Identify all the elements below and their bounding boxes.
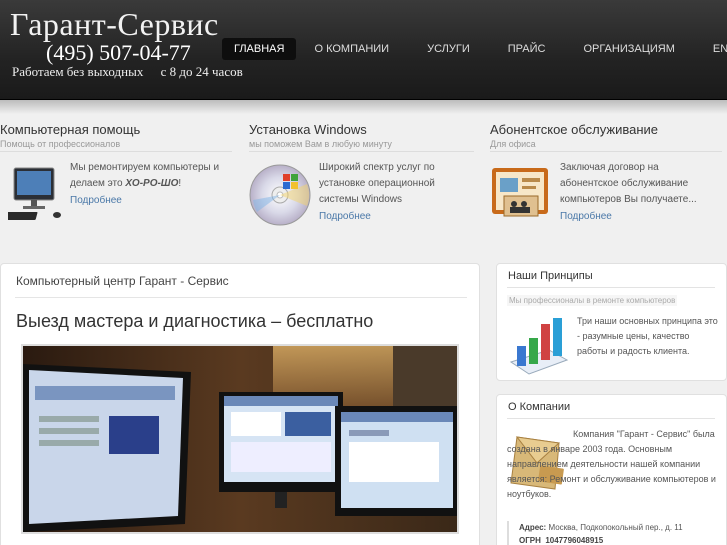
feature-more-link[interactable]: Подробнее: [560, 209, 718, 225]
main-title: Выезд мастера и диагностика – бесплатно: [16, 311, 374, 331]
feature-emphasis: ХО-РО-ШО: [125, 178, 179, 189]
bar-chart-icon: [509, 316, 569, 378]
hours-time: с 8 до 24 часов: [160, 64, 243, 79]
company-box: О Компании Компания "Гарант - Сервис" бы…: [496, 394, 727, 545]
company-address: Адрес: Москва, Подкопокольный пер., д. 1…: [507, 521, 683, 545]
feature-subtitle: Помощь от профессионалов: [0, 139, 232, 152]
windows-disc-icon: [249, 164, 311, 226]
divider: [507, 287, 715, 288]
feature-more-link[interactable]: Подробнее: [319, 209, 477, 225]
principles-text: Три наши основных принципа это - разумны…: [577, 316, 718, 356]
nav-services[interactable]: Услуги: [415, 38, 482, 60]
ogrn-value: 1047796048915: [545, 536, 604, 545]
feature-title: Установка Windows: [249, 122, 367, 137]
feature-more-link[interactable]: Подробнее: [70, 193, 220, 209]
feature-computer-help: Компьютерная помощь Помощь от профессион…: [0, 122, 232, 232]
company-title: О Компании: [508, 401, 571, 413]
company-text: Компания "Гарант - Сервис" была создана …: [507, 429, 716, 499]
site-header: Гарант-Сервис (495) 507-04-77 Работаем б…: [0, 0, 727, 100]
divider: [15, 297, 467, 298]
feature-windows-install: Установка Windows мы поможем Вам в любую…: [249, 122, 474, 232]
feature-text-body: Заключая договор на абонентское обслужив…: [560, 162, 697, 205]
feature-text-body: Широкий спектр услуг по установке операц…: [319, 162, 435, 205]
feature-title: Абонентское обслуживание: [490, 122, 659, 137]
nav-prices[interactable]: Прайс: [496, 38, 558, 60]
nav-organizations[interactable]: Организациям: [571, 38, 686, 60]
principles-box: Наши Принципы Мы профессионалы в ремонте…: [496, 263, 727, 381]
address-label: Адрес:: [519, 523, 547, 532]
feature-text-end: !: [178, 178, 182, 189]
header-shadow: [0, 100, 727, 114]
ogrn-label: ОГРН: [519, 536, 541, 545]
feature-text: Заключая договор на абонентское обслужив…: [560, 160, 718, 225]
principles-tag: Мы профессионалы в ремонте компьютеров: [507, 295, 678, 306]
hours-days: Работаем без выходных: [12, 64, 144, 79]
phone-number: (495) 507-04-77: [46, 40, 191, 65]
monitors-photo: [21, 344, 459, 534]
divider: [507, 418, 715, 419]
logo-title[interactable]: Гарант-Сервис: [10, 6, 219, 43]
working-hours: Работаем без выходных с 8 до 24 часов: [12, 64, 243, 80]
main-content: Компьютерный центр Гарант - Сервис Выезд…: [0, 263, 480, 545]
nav-home[interactable]: Главная: [222, 38, 297, 60]
feature-subtitle: мы поможем Вам в любую минуту: [249, 139, 474, 152]
computer-icon: [0, 166, 62, 224]
nav-about[interactable]: О компании: [302, 38, 401, 60]
principles-title: Наши Принципы: [508, 270, 593, 282]
feature-text: Широкий спектр услуг по установке операц…: [319, 160, 477, 225]
feature-subscription: Абонентское обслуживание Для офиса Заклю…: [490, 122, 722, 232]
presentation-icon: [490, 166, 552, 228]
nav-english[interactable]: English: [701, 38, 727, 60]
main-subtitle: Компьютерный центр Гарант - Сервис: [16, 274, 229, 288]
main-nav: Главная О компании Услуги Прайс Организа…: [222, 38, 727, 60]
address-value: Москва, Подкопокольный пер., д. 11: [548, 523, 683, 532]
feature-subtitle: Для офиса: [490, 139, 722, 152]
feature-title: Компьютерная помощь: [0, 122, 141, 137]
feature-text: Мы ремонтируем компьютеры и делаем это Х…: [70, 160, 220, 209]
